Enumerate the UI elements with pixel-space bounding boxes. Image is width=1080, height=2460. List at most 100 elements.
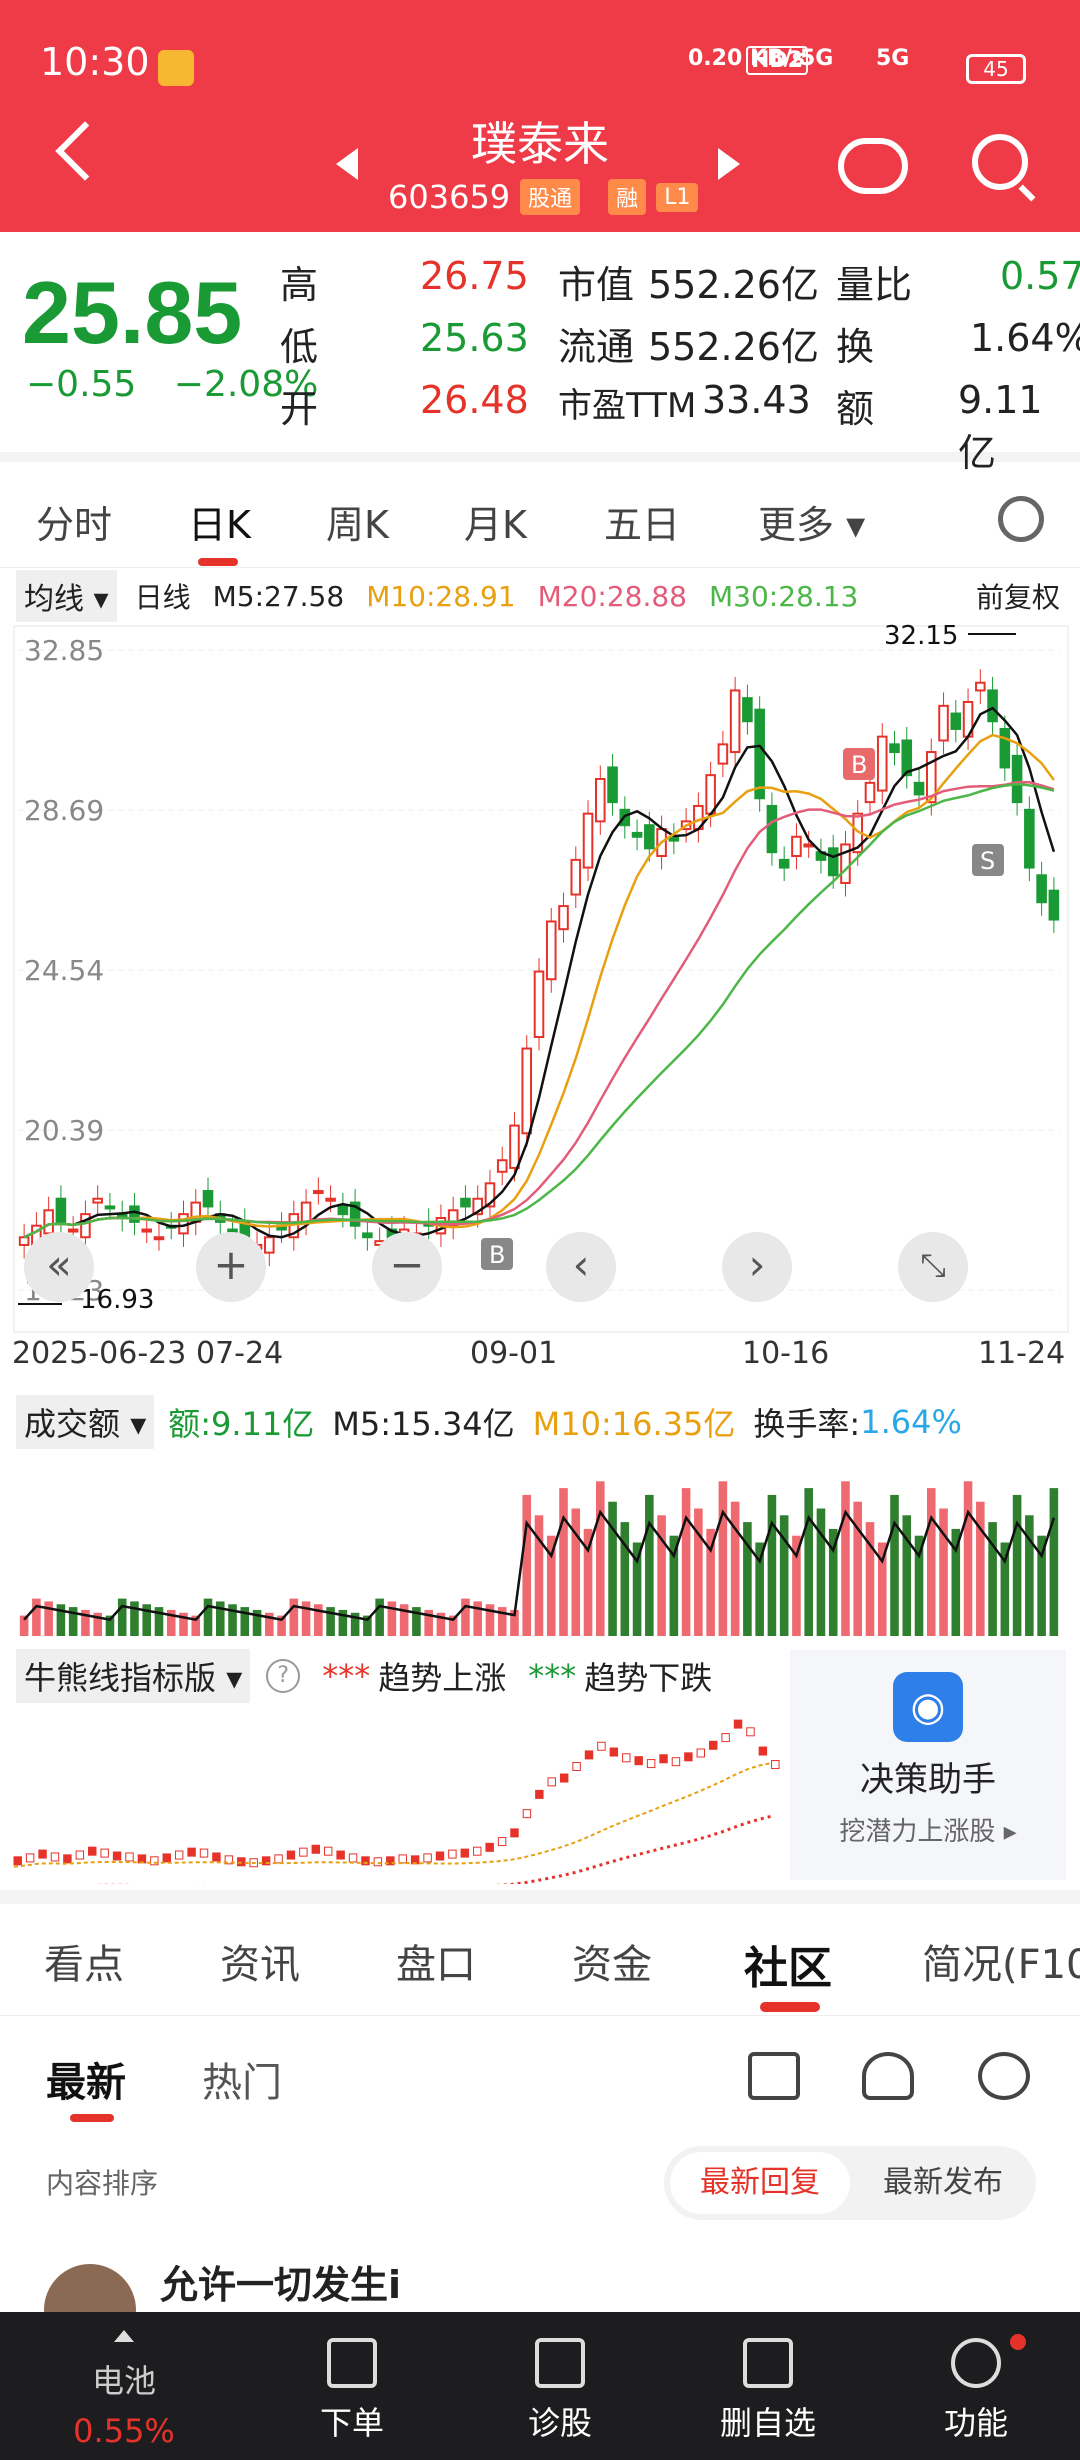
volume-bar [461,1598,470,1636]
next-stock-icon[interactable] [718,148,740,180]
chevron-right-icon[interactable]: › [722,1232,792,1302]
bull-bear-candle [423,1853,432,1863]
settings-icon[interactable] [998,496,1044,542]
tab-news[interactable]: 资讯 [220,1932,300,1990]
sort-latest-reply[interactable]: 最新回复 [670,2152,850,2214]
candle [460,1197,471,1208]
bull-bear-candle [187,1847,196,1857]
post-username[interactable]: 允许一切发生i [160,2254,401,2309]
bull-bear-candle [448,1849,457,1859]
back-icon[interactable] [55,121,115,181]
sell-marker-text: S [980,847,995,875]
rewind-icon[interactable]: « [24,1232,94,1302]
mail-icon[interactable] [748,2052,800,2100]
volume-bar [963,1481,973,1636]
value-turnover: 1.64% [970,316,1080,360]
bull-bear-candle [212,1852,221,1862]
bull-bear-candle [559,1773,569,1783]
volume-chart[interactable] [0,1450,1080,1640]
tab-more[interactable]: 更多 ▾ [758,494,865,549]
high-label: 32.15 [884,621,958,651]
bull-bear-candle [125,1852,134,1862]
volume-bar [730,1501,740,1636]
bull-bear-candle [572,1761,581,1771]
bull-bear-candle [584,1750,594,1760]
notification-dot [1010,2334,1026,2350]
bull-bear-candle [13,1856,22,1866]
candle [631,831,643,838]
tab-f10[interactable]: 简况(F10 [922,1932,1080,1990]
tabbar-battery[interactable]: 电池 0.55% [16,2312,232,2460]
tabbar-order[interactable]: 下单 [244,2312,460,2460]
bull-bear-selector[interactable]: 牛熊线指标版 ▾ [16,1649,251,1703]
y-tick-label: 24.54 [24,954,104,987]
candle [1036,874,1047,904]
tab-capital[interactable]: 资金 [572,1932,652,1990]
adjust-toggle[interactable]: 前复权 [976,576,1060,616]
y-tick-label: 28.69 [24,794,104,827]
bull-bear-chart[interactable] [0,1704,790,1884]
tabbar-diagnose[interactable]: 诊股 [452,2312,668,2460]
bull-bear-candle [398,1854,407,1864]
tab-five-day[interactable]: 五日 [604,494,680,549]
tabbar-function[interactable]: 功能 [868,2312,1080,2460]
kline-chart[interactable]: 32.8528.6924.5420.3916.23 32.15 16.93 B … [0,620,1080,1340]
ma-selector[interactable]: 均线 ▾ [16,570,117,622]
tab-hot[interactable]: 热门 [202,2050,282,2108]
volume-m10: M10:16.35亿 [532,1405,736,1443]
candle [104,1205,116,1210]
date-2: 09-01 [470,1336,558,1371]
value-vol-ratio: 0.57 [1000,254,1080,298]
y-tick-label: 32.85 [24,634,104,667]
tab-latest[interactable]: 最新 [46,2050,126,2108]
robot-icon[interactable] [838,138,908,194]
stock-name: 璞泰来 [471,117,609,171]
ma-row: 均线 ▾ 日线 M5:27.58 M10:28.91 M20:28.88 M30… [0,570,1080,622]
sort-segmented: 最新回复 最新发布 [664,2146,1036,2220]
tabbar-battery-label: 电池 [91,2362,156,2400]
volume-amount: 额:9.11亿 [168,1405,315,1443]
candle [1011,754,1023,804]
bull-bear-candle [659,1754,668,1764]
volume-bar [522,1494,532,1636]
tab-daily[interactable]: 日K [188,494,251,549]
tabbar-remove-watch[interactable]: 删自选 [660,2312,876,2460]
bull-bear-candle [622,1753,631,1763]
volume-bar [694,1508,703,1636]
battery-icon: 45 [966,54,1026,84]
volume-bar [645,1494,654,1636]
search-icon[interactable] [972,134,1028,190]
tab-highlights[interactable]: 看点 [44,1932,124,1990]
label-float: 流通 [558,325,635,369]
zoom-out-icon[interactable]: − [372,1232,442,1302]
candle [202,1190,214,1208]
candle [864,781,876,804]
user-icon[interactable] [862,2052,914,2100]
zoom-in-icon[interactable]: + [196,1232,266,1302]
tab-weekly[interactable]: 周K [326,494,389,549]
volume-bar [375,1598,384,1636]
decision-assistant[interactable]: ◉ 决策助手 挖潜力上涨股 ▸ [790,1650,1066,1880]
sort-latest-post[interactable]: 最新发布 [858,2152,1028,2214]
bull-bear-candle [497,1837,507,1847]
tab-community[interactable]: 社区 [744,1932,832,1996]
tabbar-order-label: 下单 [319,2404,384,2442]
refresh-icon[interactable] [978,2052,1030,2100]
bottom-tab-bar: 电池 0.55% 下单 诊股 删自选 功能 [0,2312,1080,2460]
tab-daily-underline [198,558,238,566]
post-item[interactable]: 允许一切发生i [16,2240,1066,2356]
volume-bar [571,1508,581,1636]
tab-orderbook[interactable]: 盘口 [396,1932,476,1990]
bull-bear-candle [88,1846,97,1856]
candle [607,766,618,804]
tab-monthly[interactable]: 月K [464,494,527,549]
volume-selector[interactable]: 成交额 ▾ [16,1395,155,1449]
chevron-left-icon[interactable]: ‹ [546,1232,616,1302]
tab-intraday[interactable]: 分时 [36,494,112,549]
help-icon[interactable]: ? [266,1659,301,1693]
fullscreen-icon[interactable]: ⤡ [898,1232,968,1302]
bull-bear-candle [535,1789,544,1799]
tag-level: L1 [656,182,699,212]
section-tabs: 看点 资讯 盘口 资金 社区 简况(F10 [0,1904,1080,2016]
bull-bear-candle [671,1757,681,1767]
